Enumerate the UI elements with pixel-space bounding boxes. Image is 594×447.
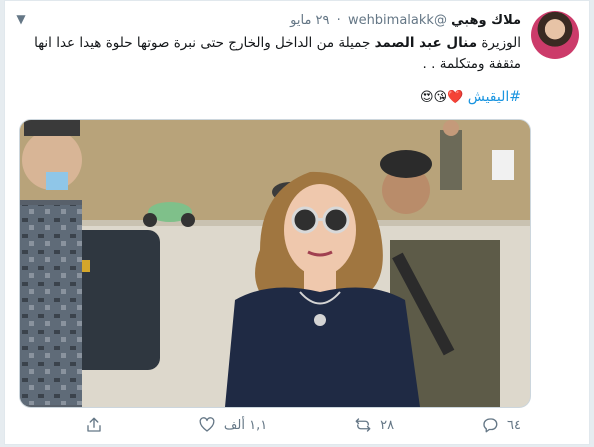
reply-icon xyxy=(483,418,498,433)
user-handle[interactable]: @wehbimalakk xyxy=(348,13,447,28)
hashtag-line: #اليقيش ❤️😘😍 xyxy=(23,87,521,108)
tweet-header: ملاك وهبي @wehbimalakk · ٢٩ مايو xyxy=(17,13,521,33)
reply-button[interactable]: ٦٤ xyxy=(481,416,521,434)
tweet-card[interactable]: ▼ ملاك وهبي @wehbimalakk · ٢٩ مايو الوزي… xyxy=(4,0,590,445)
share-button[interactable] xyxy=(85,416,111,434)
tweet-date[interactable]: ٢٩ مايو xyxy=(290,13,329,28)
avatar[interactable] xyxy=(531,11,579,59)
like-count: ١,١ ألف xyxy=(223,417,268,433)
retweet-count: ٢٨ xyxy=(380,417,395,433)
share-icon xyxy=(87,417,101,432)
hashtag-link[interactable]: #اليقيش xyxy=(468,89,521,105)
tweet-text-prefix: الوزيرة xyxy=(477,35,521,51)
tweet-actions: ١,١ ألف ٢٨ ٦٤ xyxy=(85,415,521,435)
separator: · xyxy=(336,13,341,28)
retweet-icon xyxy=(355,418,371,432)
tweet-photo[interactable] xyxy=(19,119,531,408)
tweet-text: الوزيرة منال عبد الصمد جميلة من الداخل و… xyxy=(23,33,521,75)
emoji-text: ❤️😘😍 xyxy=(419,90,464,105)
tweet-text-bold: منال عبد الصمد xyxy=(374,35,478,51)
retweet-button[interactable]: ٢٨ xyxy=(354,416,394,434)
display-name[interactable]: ملاك وهبي xyxy=(451,13,521,28)
reply-count: ٦٤ xyxy=(507,417,521,433)
like-icon xyxy=(199,417,215,432)
like-button[interactable]: ١,١ ألف xyxy=(198,416,267,434)
